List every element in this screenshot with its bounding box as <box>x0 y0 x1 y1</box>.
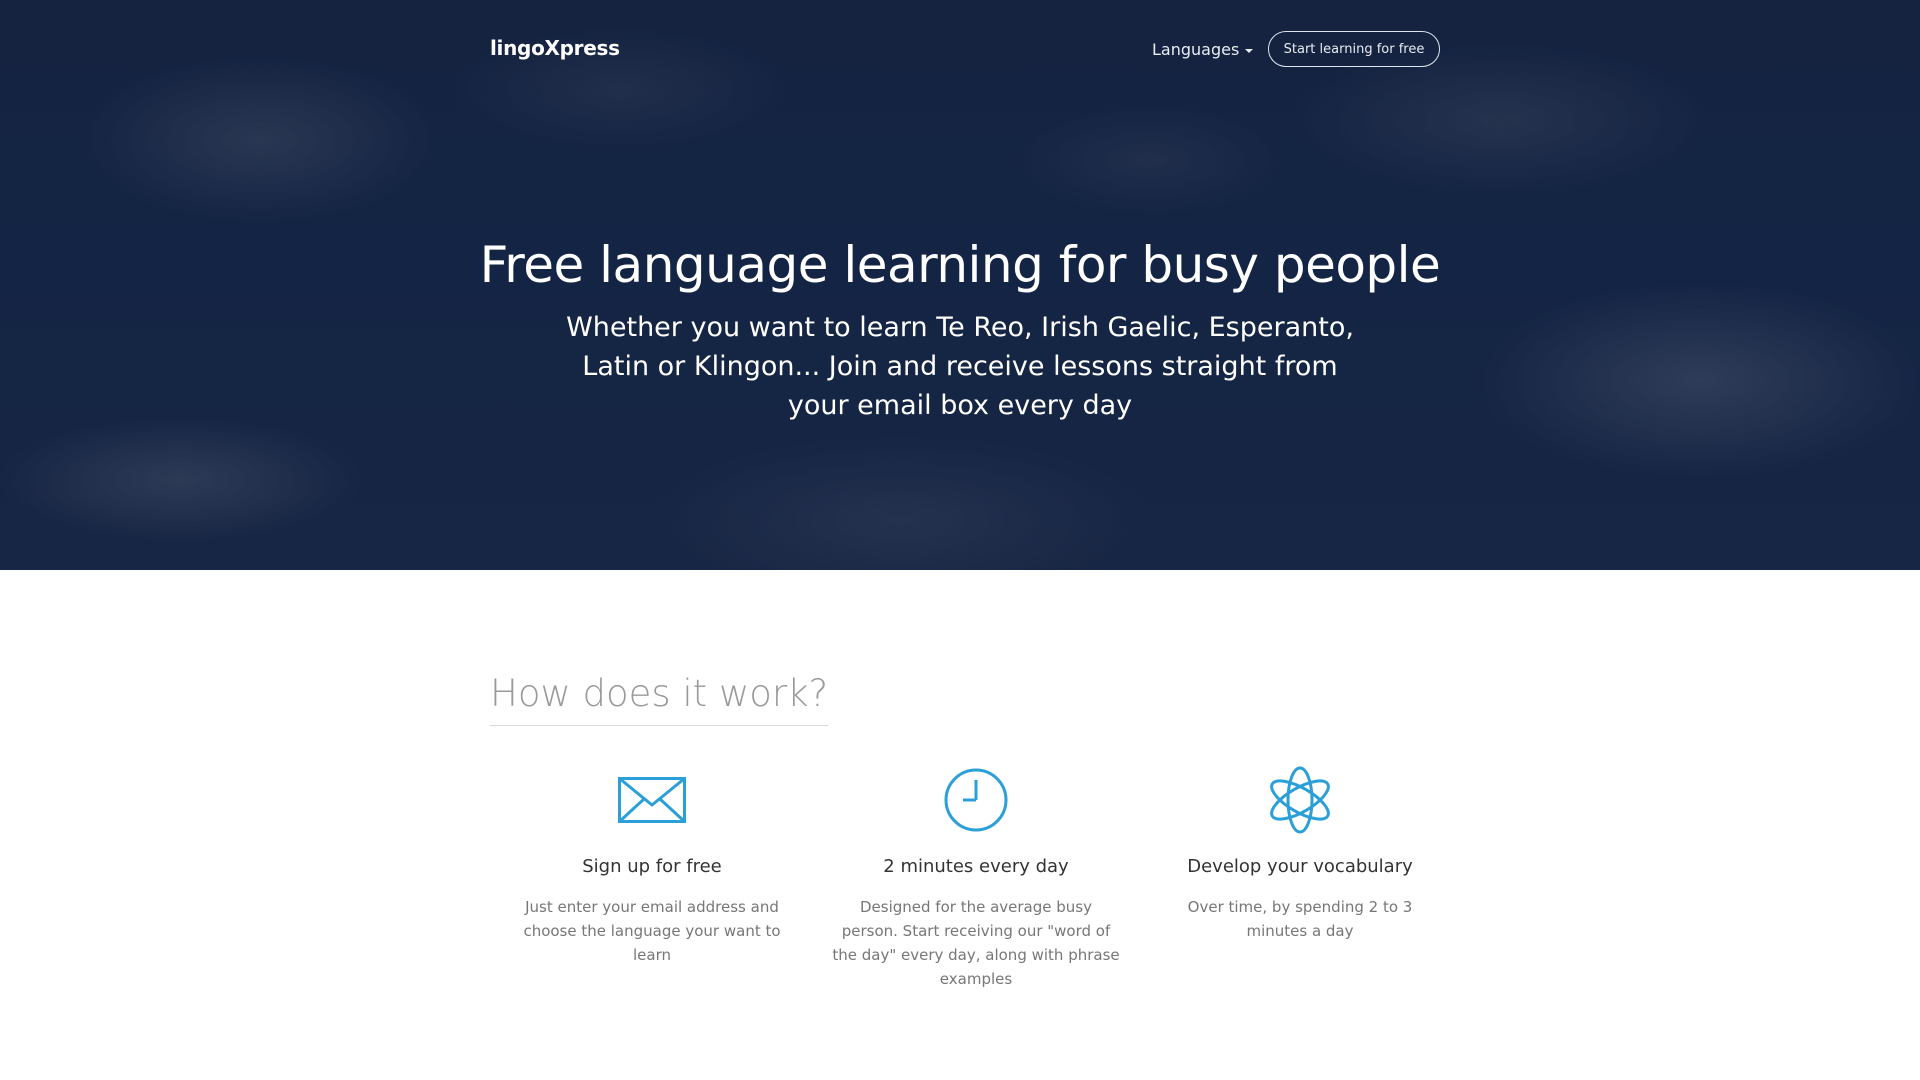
feature-description: Just enter your email address and choose… <box>523 898 781 964</box>
hero-content: Free language learning for busy people W… <box>0 236 1920 425</box>
languages-label: Languages <box>1152 40 1240 59</box>
start-learning-button[interactable]: Start learning for free <box>1268 31 1440 67</box>
hero-section: lingoXpress Languages Start learning for… <box>0 0 1920 570</box>
navbar: lingoXpress Languages Start learning for… <box>490 30 1442 70</box>
feature-daily: 2 minutes every day Designed for the ave… <box>814 764 1138 991</box>
brand-logo[interactable]: lingoXpress <box>490 36 620 60</box>
caret-down-icon <box>1245 48 1254 53</box>
feature-title: Develop your vocabulary <box>1187 856 1413 877</box>
feature-description: Designed for the average busy person. St… <box>832 898 1120 988</box>
atom-icon <box>1138 764 1462 836</box>
feature-vocabulary: Develop your vocabulary Over time, by sp… <box>1138 764 1462 991</box>
feature-title: Sign up for free <box>582 856 722 877</box>
envelope-icon <box>490 764 814 836</box>
feature-title: 2 minutes every day <box>883 856 1069 877</box>
languages-dropdown[interactable]: Languages <box>1152 40 1254 59</box>
clock-icon <box>814 764 1138 836</box>
hero-subtitle: Whether you want to learn Te Reo, Irish … <box>566 312 1354 421</box>
features-row: Sign up for free Just enter your email a… <box>490 764 1462 991</box>
feature-signup: Sign up for free Just enter your email a… <box>490 764 814 991</box>
feature-description: Over time, by spending 2 to 3 minutes a … <box>1187 898 1413 940</box>
hero-title: Free language learning for busy people <box>479 236 1441 294</box>
how-it-works-header: How does it work? <box>490 672 1442 726</box>
how-it-works-title: How does it work? <box>490 672 829 726</box>
